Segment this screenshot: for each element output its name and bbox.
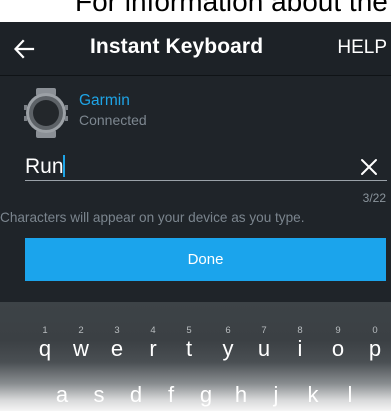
close-icon — [361, 159, 377, 175]
banner-text: For information about the Garmin Connect… — [75, 0, 391, 17]
key-label: f — [167, 382, 175, 407]
key-label: l — [347, 382, 353, 407]
helper-text: Characters will appear on your device as… — [0, 210, 305, 225]
keyboard-text-input[interactable] — [25, 152, 335, 182]
key-label: g — [199, 382, 213, 407]
key-i[interactable]: 8i — [283, 302, 317, 361]
key-hint: 8 — [297, 325, 303, 336]
key-hint: 1 — [42, 325, 48, 336]
key-label: w — [73, 336, 89, 361]
key-label: q — [38, 336, 52, 361]
key-label: k — [307, 382, 319, 407]
key-h[interactable]: h — [224, 382, 258, 411]
arrow-left-icon — [13, 39, 35, 59]
back-button[interactable] — [2, 26, 46, 72]
doc-banner: For information about the Garmin Connect… — [0, 0, 391, 22]
key-label: u — [257, 336, 271, 361]
onscreen-keyboard: 1q2w3e4r5t6y7u8i9o0pasdfghjkl — [0, 302, 391, 411]
key-hint: 2 — [78, 325, 84, 336]
key-label: s — [93, 382, 105, 407]
toolbar: Instant Keyboard HELP — [0, 22, 391, 76]
key-hint: 3 — [114, 325, 120, 336]
key-hint: 5 — [186, 325, 192, 336]
key-hint: 9 — [335, 325, 341, 336]
page-title: Instant Keyboard — [90, 35, 264, 58]
key-label: r — [149, 336, 157, 361]
key-k[interactable]: k — [296, 382, 330, 411]
key-hint: 6 — [225, 325, 231, 336]
key-f[interactable]: f — [154, 382, 188, 411]
key-r[interactable]: 4r — [136, 302, 170, 361]
device-status: Connected — [79, 112, 147, 128]
text-caret — [63, 155, 65, 177]
key-s[interactable]: s — [82, 382, 116, 411]
instant-keyboard-screen: Instant Keyboard HELP Garmin Connected 3… — [0, 22, 391, 302]
key-d[interactable]: d — [119, 382, 153, 411]
key-u[interactable]: 7u — [247, 302, 281, 361]
key-t[interactable]: 5t — [172, 302, 206, 361]
device-row: Garmin Connected — [0, 84, 391, 144]
key-o[interactable]: 9o — [321, 302, 355, 361]
key-q[interactable]: 1q — [28, 302, 62, 361]
key-label: d — [129, 382, 143, 407]
watch-icon — [24, 88, 68, 138]
key-hint: 0 — [372, 325, 378, 336]
key-label: h — [234, 382, 248, 407]
key-label: a — [55, 382, 69, 407]
key-g[interactable]: g — [189, 382, 223, 411]
key-label: j — [273, 382, 279, 407]
done-button[interactable]: Done — [25, 238, 386, 281]
key-a[interactable]: a — [45, 382, 79, 411]
key-label: o — [331, 336, 345, 361]
key-label: t — [185, 336, 193, 361]
key-label: p — [368, 336, 382, 361]
key-label: y — [222, 336, 234, 361]
device-name: Garmin — [79, 92, 130, 109]
key-y[interactable]: 6y — [211, 302, 245, 361]
help-button[interactable]: HELP — [337, 37, 387, 59]
input-underline — [25, 180, 387, 181]
key-w[interactable]: 2w — [64, 302, 98, 361]
key-hint: 7 — [261, 325, 267, 336]
key-l[interactable]: l — [333, 382, 367, 411]
clear-text-button[interactable] — [358, 156, 380, 178]
key-e[interactable]: 3e — [100, 302, 134, 361]
key-label: i — [297, 336, 303, 361]
key-j[interactable]: j — [259, 382, 293, 411]
key-hint: 4 — [150, 325, 156, 336]
character-counter: 3/22 — [362, 191, 386, 205]
key-p[interactable]: 0p — [358, 302, 391, 361]
key-label: e — [110, 336, 124, 361]
